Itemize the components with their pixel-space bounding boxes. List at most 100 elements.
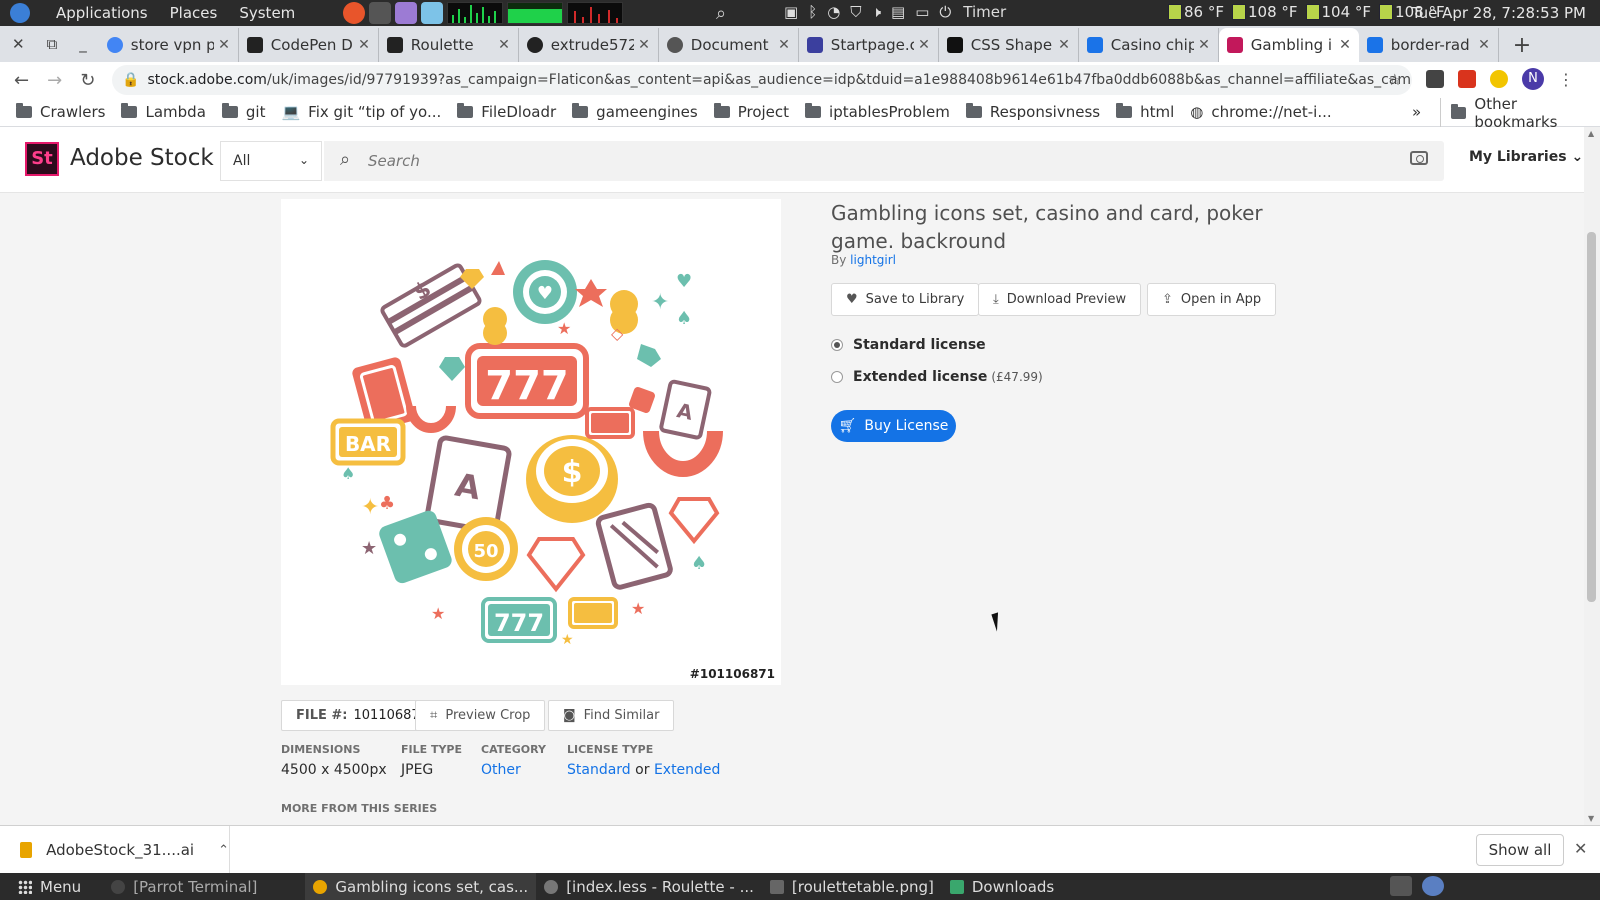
bookmark-folder[interactable]: git: [221, 103, 265, 121]
more-bookmarks-chevron-icon[interactable]: »: [1412, 103, 1421, 121]
page-scrollbar[interactable]: ▲ ▼: [1584, 127, 1600, 825]
taskbar-item[interactable]: [index.less - Roulette - ...: [536, 873, 762, 900]
standard-license-link[interactable]: Standard: [567, 762, 631, 778]
radio-selected-icon[interactable]: [831, 339, 843, 351]
browser-menu-icon[interactable]: ⋮: [1558, 70, 1576, 89]
close-tab-icon[interactable]: ✕: [218, 37, 230, 53]
clipboard-icon[interactable]: ▤: [891, 3, 905, 21]
bookmark-folder[interactable]: Lambda: [121, 103, 206, 121]
minimize-window-icon[interactable]: _: [79, 35, 87, 53]
reload-icon[interactable]: ↻: [80, 70, 95, 91]
adobe-stock-logo[interactable]: St: [25, 142, 59, 176]
close-tab-icon[interactable]: ✕: [918, 37, 930, 53]
taskbar-item-active[interactable]: Gambling icons set, cas...: [305, 873, 537, 900]
bookmark-folder[interactable]: Responsivness: [965, 103, 1100, 121]
close-icon[interactable]: ✕: [1574, 839, 1587, 858]
close-tab-icon[interactable]: ✕: [498, 37, 510, 53]
show-all-button[interactable]: Show all: [1476, 834, 1564, 866]
volume-icon[interactable]: 🕨: [872, 3, 881, 21]
power-icon[interactable]: ⏻: [939, 3, 951, 21]
forward-icon[interactable]: →: [47, 70, 62, 91]
download-item[interactable]: AdobeStock_31....ai ⌃: [0, 826, 230, 874]
lock-icon[interactable]: 🔒: [122, 72, 139, 88]
clock[interactable]: Tue Apr 28, 7:28:53 PM: [1412, 4, 1586, 22]
search-icon[interactable]: ⌕: [716, 3, 726, 24]
brand-name[interactable]: Adobe Stock: [70, 145, 214, 171]
bookmark-link[interactable]: 💻 Fix git “tip of yo...: [281, 103, 441, 121]
standard-license-option[interactable]: Standard license: [831, 337, 986, 353]
notes-launcher-icon[interactable]: [421, 2, 443, 24]
extension-yellow-icon[interactable]: [1490, 70, 1508, 88]
browser-tab[interactable]: Startpage.c ✕: [799, 28, 939, 62]
close-tab-icon[interactable]: ✕: [778, 37, 790, 53]
network-icon[interactable]: ◔: [827, 3, 840, 21]
parrot-logo-icon[interactable]: [10, 3, 30, 23]
profile-avatar[interactable]: N: [1522, 68, 1544, 90]
scrollbar-thumb[interactable]: [1587, 232, 1596, 602]
browser-tab[interactable]: CodePen D ✕: [239, 28, 379, 62]
extended-license-link[interactable]: Extended: [654, 762, 721, 778]
shield-icon[interactable]: ⛉: [850, 3, 861, 21]
close-tab-icon[interactable]: ✕: [1339, 37, 1351, 53]
find-similar-button[interactable]: ◙ Find Similar: [548, 700, 675, 731]
display-icon[interactable]: ▭: [915, 3, 929, 21]
download-preview-button[interactable]: ⤓ Download Preview: [978, 283, 1142, 316]
chrome-tray-icon[interactable]: [1422, 876, 1444, 896]
bookmark-folder[interactable]: Crawlers: [16, 103, 105, 121]
browser-tab[interactable]: extrude572 ✕: [519, 28, 659, 62]
browser-tab[interactable]: border-rad ✕: [1359, 28, 1499, 62]
editor-launcher-icon[interactable]: [395, 2, 417, 24]
chevron-up-icon[interactable]: ⌃: [218, 843, 229, 858]
terminal-launcher-icon[interactable]: [369, 2, 391, 24]
close-tab-icon[interactable]: ✕: [358, 37, 370, 53]
browser-tab[interactable]: store vpn p ✕: [99, 28, 239, 62]
camera-search-icon[interactable]: [1410, 151, 1428, 165]
close-tab-icon[interactable]: ✕: [1058, 37, 1070, 53]
close-tab-icon[interactable]: ✕: [1198, 37, 1210, 53]
firefox-launcher-icon[interactable]: [343, 2, 365, 24]
preview-crop-button[interactable]: ⌗ Preview Crop: [415, 700, 546, 731]
url-field[interactable]: 🔒 stock.adobe.com/uk/images/id/97791939?…: [112, 65, 1412, 95]
os-menu-system[interactable]: System: [239, 4, 295, 22]
bookmark-star-icon[interactable]: ☆: [1388, 70, 1402, 89]
browser-tab[interactable]: Casino chip ✕: [1079, 28, 1219, 62]
new-tab-button[interactable]: +: [1499, 28, 1545, 62]
bookmark-folder[interactable]: html: [1116, 103, 1174, 121]
open-in-app-button[interactable]: ⇪ Open in App: [1147, 283, 1277, 316]
taskbar-menu-button[interactable]: Menu: [0, 873, 89, 900]
bookmark-link[interactable]: ◍ chrome://net-i...: [1190, 103, 1331, 121]
os-menu-places[interactable]: Places: [170, 4, 218, 22]
buy-license-button[interactable]: 🛒︎ Buy License: [831, 410, 956, 442]
close-tab-icon[interactable]: ✕: [638, 37, 650, 53]
close-window-icon[interactable]: ✕: [12, 35, 25, 53]
taskbar-item[interactable]: Downloads: [942, 873, 1062, 900]
my-libraries-menu[interactable]: My Libraries ⌄: [1469, 149, 1583, 165]
scroll-down-arrow-icon[interactable]: ▼: [1588, 814, 1594, 823]
author-link[interactable]: lightgirl: [850, 253, 896, 267]
taskbar-item[interactable]: [roulettetable.png]: [762, 873, 942, 900]
radio-unselected-icon[interactable]: [831, 371, 843, 383]
browser-tab[interactable]: CSS Shape ✕: [939, 28, 1079, 62]
bookmark-folder[interactable]: Project: [713, 103, 789, 121]
bluetooth-icon[interactable]: ᛒ: [808, 3, 817, 21]
os-menu-applications[interactable]: Applications: [56, 4, 148, 22]
extended-license-option[interactable]: Extended license (£47.99): [831, 369, 1043, 385]
extension-red-icon[interactable]: [1458, 70, 1476, 88]
asset-preview-image[interactable]: 777 ♥ $ BAR A $ A 50 777 ✦ ♣ ★ ♠ ★ ★ ★ ♥…: [281, 199, 781, 685]
search-scope-select[interactable]: All ⌄: [220, 141, 322, 181]
browser-tab[interactable]: Roulette ✕: [379, 28, 519, 62]
other-bookmarks[interactable]: Other bookmarks: [1440, 95, 1600, 131]
bookmark-folder[interactable]: FileDloadr: [457, 103, 556, 121]
close-tab-icon[interactable]: ✕: [1478, 37, 1490, 53]
bookmark-folder[interactable]: gameengines: [572, 103, 698, 121]
scroll-up-arrow-icon[interactable]: ▲: [1588, 129, 1594, 138]
workspace-switcher-icon[interactable]: [1390, 876, 1412, 896]
back-icon[interactable]: ←: [14, 70, 29, 91]
browser-tab-active[interactable]: Gambling i ✕: [1218, 28, 1359, 62]
restore-window-icon[interactable]: ⧉: [47, 35, 58, 53]
screenshot-icon[interactable]: ▣: [784, 3, 798, 21]
search-input[interactable]: ⌕ Search: [324, 141, 1444, 181]
taskbar-item[interactable]: [Parrot Terminal]: [103, 873, 265, 900]
timer-label[interactable]: Timer: [963, 3, 1006, 21]
save-to-library-button[interactable]: ♥ Save to Library: [831, 283, 980, 316]
